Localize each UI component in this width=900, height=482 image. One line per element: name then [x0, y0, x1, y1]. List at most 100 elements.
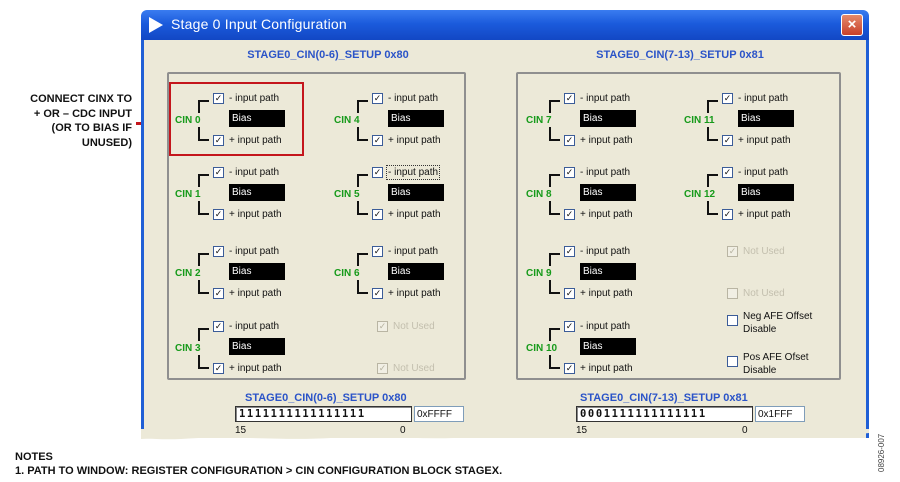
- pos-input-label: + input path: [580, 209, 633, 220]
- neg-input-checkbox[interactable]: ✓: [372, 246, 383, 257]
- neg-input-checkbox[interactable]: ✓: [213, 321, 224, 332]
- neg-input-label: - input path: [580, 167, 631, 178]
- neg-input-checkbox[interactable]: ✓: [372, 167, 383, 178]
- cin-block: CIN 4 ✓ - input path Bias ✓ + input path: [334, 93, 484, 149]
- pos-input-label: + input path: [388, 209, 441, 220]
- bias-field[interactable]: Bias: [229, 338, 285, 355]
- pos-input-checkbox[interactable]: ✓: [213, 288, 224, 299]
- bracket-top: [357, 253, 368, 266]
- neg-input-checkbox[interactable]: ✓: [564, 93, 575, 104]
- left-register-title: STAGE0_CIN(0-6)_SETUP 0x80: [245, 392, 407, 404]
- pos-input-checkbox[interactable]: ✓: [372, 209, 383, 220]
- bracket-top: [198, 328, 209, 341]
- left-register-bits[interactable]: 1111111111111111: [235, 406, 412, 422]
- bracket-top: [707, 100, 718, 113]
- neg-input-label: - input path: [229, 321, 280, 332]
- neg-afe-offset-option[interactable]: Neg AFE Offset Disable: [727, 311, 857, 339]
- pos-input-checkbox[interactable]: ✓: [372, 135, 383, 146]
- pos-input-label: + input path: [388, 288, 441, 299]
- cin-label: CIN 5: [334, 189, 360, 200]
- not-used-label: Not Used: [743, 288, 785, 299]
- bias-field[interactable]: Bias: [580, 184, 636, 201]
- neg-input-checkbox[interactable]: ✓: [372, 93, 383, 104]
- bracket-bottom: [707, 201, 718, 215]
- cin-label: CIN 11: [684, 115, 715, 126]
- neg-input-checkbox[interactable]: ✓: [564, 246, 575, 257]
- neg-afe-offset-checkbox[interactable]: [727, 315, 738, 326]
- figure-id: 08926-007: [877, 433, 886, 472]
- title-bar[interactable]: Stage 0 Input Configuration ×: [141, 10, 869, 40]
- pos-input-label: + input path: [580, 288, 633, 299]
- bias-field[interactable]: Bias: [388, 110, 444, 127]
- neg-input-label: - input path: [229, 167, 280, 178]
- cin-block: CIN 3 ✓ - input path Bias ✓ + input path: [175, 321, 325, 377]
- bias-field[interactable]: Bias: [738, 184, 794, 201]
- cin-block: CIN 7 ✓ - input path Bias ✓ + input path: [526, 93, 676, 149]
- pos-input-checkbox[interactable]: ✓: [564, 135, 575, 146]
- callout-line-2: + OR – CDC INPUT: [33, 107, 132, 120]
- bracket-bottom: [198, 201, 209, 215]
- neg-input-checkbox[interactable]: ✓: [564, 321, 575, 332]
- callout-line-1: CONNECT CINX TO: [30, 93, 132, 105]
- neg-input-label: - input path: [580, 246, 631, 257]
- cin-label: CIN 7: [526, 115, 552, 126]
- right-register-bits[interactable]: 0001111111111111: [576, 406, 753, 422]
- pos-input-checkbox[interactable]: ✓: [564, 288, 575, 299]
- bias-field[interactable]: Bias: [229, 184, 285, 201]
- neg-input-checkbox[interactable]: ✓: [564, 167, 575, 178]
- cin-label: CIN 10: [526, 343, 558, 354]
- pos-input-label: + input path: [580, 135, 633, 146]
- left-register-hex[interactable]: 0xFFFF: [414, 406, 464, 422]
- left-register-msb: 15: [235, 425, 247, 436]
- neg-input-checkbox[interactable]: ✓: [213, 167, 224, 178]
- bias-field[interactable]: Bias: [738, 110, 794, 127]
- pos-input-label: + input path: [580, 363, 633, 374]
- not-used-checkbox: ✓: [727, 246, 738, 257]
- right-section-title: STAGE0_CIN(7-13)_SETUP 0x81: [596, 49, 764, 61]
- pos-input-checkbox[interactable]: ✓: [564, 209, 575, 220]
- neg-input-label: - input path: [388, 246, 439, 257]
- bias-field[interactable]: Bias: [388, 184, 444, 201]
- cin-label: CIN 9: [526, 268, 552, 279]
- bracket-bottom: [549, 280, 560, 294]
- bias-field[interactable]: Bias: [580, 110, 636, 127]
- cin-label: CIN 8: [526, 189, 552, 200]
- neg-input-label: - input path: [580, 321, 631, 332]
- torn-edge: [141, 429, 869, 440]
- neg-input-checkbox[interactable]: ✓: [213, 246, 224, 257]
- right-register-hex[interactable]: 0x1FFF: [755, 406, 805, 422]
- pos-input-checkbox[interactable]: ✓: [564, 363, 575, 374]
- pos-input-label: + input path: [229, 288, 282, 299]
- neg-input-checkbox[interactable]: ✓: [722, 167, 733, 178]
- neg-input-checkbox[interactable]: ✓: [722, 93, 733, 104]
- cin-block: CIN 2 ✓ - input path Bias ✓ + input path: [175, 246, 325, 302]
- pos-afe-offset-label: Pos AFE Ofset: [743, 352, 809, 363]
- pos-afe-offset-option[interactable]: Pos AFE Ofset Disable: [727, 352, 857, 380]
- bias-field[interactable]: Bias: [580, 263, 636, 280]
- close-button[interactable]: ×: [841, 14, 863, 36]
- not-used-option: ✓ Not Used: [377, 321, 487, 335]
- bias-field[interactable]: Bias: [229, 263, 285, 280]
- pos-input-checkbox[interactable]: ✓: [213, 209, 224, 220]
- bias-field[interactable]: Bias: [580, 338, 636, 355]
- cin-label: CIN 2: [175, 268, 201, 279]
- cin-block: CIN 6 ✓ - input path Bias ✓ + input path: [334, 246, 484, 302]
- pos-input-checkbox[interactable]: ✓: [722, 209, 733, 220]
- pos-input-checkbox[interactable]: ✓: [372, 288, 383, 299]
- bracket-top: [549, 100, 560, 113]
- bracket-top: [357, 100, 368, 113]
- right-register-msb: 15: [576, 425, 588, 436]
- pos-input-checkbox[interactable]: ✓: [213, 363, 224, 374]
- bracket-bottom: [549, 127, 560, 141]
- left-section-title: STAGE0_CIN(0-6)_SETUP 0x80: [247, 49, 409, 61]
- callout-text: CONNECT CINX TO + OR – CDC INPUT (OR TO …: [8, 92, 132, 150]
- window-title: Stage 0 Input Configuration: [171, 16, 347, 32]
- neg-afe-offset-label: Neg AFE Offset: [743, 311, 813, 322]
- bias-field[interactable]: Bias: [388, 263, 444, 280]
- pos-input-checkbox[interactable]: ✓: [722, 135, 733, 146]
- cin-block: CIN 5 ✓ - input path Bias ✓ + input path: [334, 165, 484, 223]
- neg-input-label: - input path: [580, 93, 631, 104]
- not-used-option: ✓ Not Used: [377, 363, 487, 377]
- pos-afe-offset-checkbox[interactable]: [727, 356, 738, 367]
- pos-input-label: + input path: [229, 209, 282, 220]
